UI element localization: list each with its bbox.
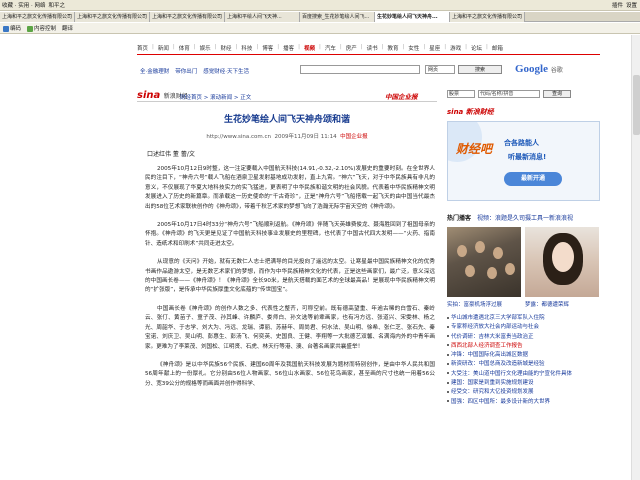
nav-item[interactable]: 教育 [388, 44, 399, 52]
nav-item[interactable]: 读书 [367, 44, 378, 52]
settings-button[interactable]: 设置 [626, 1, 637, 9]
nav-item[interactable]: 财经 [221, 44, 232, 52]
secondary-toolbar: 编码 内容控制 翻译 [0, 23, 640, 34]
finance-bar-banner[interactable]: 财经吧 合各路能人 听最新消息! 最新开通 [447, 121, 600, 201]
home-tab[interactable]: 和平之 [49, 1, 66, 9]
article-paragraph: 中国画长卷《神舟颂》的创作人数之多、代表性之整齐，可称空前。既有德高望重、年逾古… [145, 305, 435, 350]
article-paragraph: 2005年10月12日9时整，这一注定要载入中国航天科技(14.91,-0.32… [145, 166, 435, 210]
article-paragraph: 从现意的《天问》开始，就有无数仁人志士把满导的目光投向了遥远的太空。让寒星最中国… [145, 259, 435, 294]
stock-type-select[interactable]: 股票 [447, 90, 475, 98]
translate-button[interactable]: 翻译 [62, 24, 73, 32]
list-item[interactable]: 冲锋：中国国际化高出城区数据 [447, 351, 600, 360]
hot-video-link[interactable]: 视频：浪题是久司摄工具一新浪浪视 [477, 213, 573, 222]
list-item[interactable]: 大受注：美山道中国行文化理由能的宁宣化件具体 [447, 370, 600, 379]
stock-code-input[interactable]: 代码/名称/拼音 [478, 90, 540, 98]
article-source-link[interactable]: 中国企业报 [340, 134, 368, 140]
page-scrollbar[interactable] [631, 35, 640, 480]
encoding-icon [3, 25, 9, 32]
tab-strip: 上海和平之旅文化传播有限公司 上海和平之旅文化传播有限公司 上海和平之旅文化传播… [0, 12, 640, 22]
encoding-button[interactable]: 编码 [3, 24, 21, 32]
menu-left-text[interactable]: 收藏 · 实用 · 网络 [2, 1, 46, 9]
nav-item-video[interactable]: 视频 [304, 44, 315, 52]
tab-4[interactable]: 百度搜索_生花妙笔绘人间飞... [300, 12, 375, 22]
list-item[interactable]: 经受交：研究和大亿投资规划发展 [447, 388, 600, 397]
banner-line: 听最新消息! [508, 153, 547, 161]
header-divider [137, 101, 437, 102]
hot-podcast-title: 热门播客 [447, 215, 472, 222]
stock-query-button[interactable]: 查询 [543, 90, 571, 98]
article-meta: http://www.sina.com.cn 2009年11月09日 11:14… [206, 134, 368, 140]
nav-item[interactable]: 邮箱 [492, 44, 503, 52]
promo-links: 全·金融理财 带你出门 感觉财经·天下生活 [140, 67, 249, 75]
list-item[interactable]: 国强：四区中国所：最多设计新的大世界 [447, 398, 600, 407]
stock-quote-box: 股票 代码/名称/拼音 查询 [447, 90, 571, 98]
web-page: 首页 | 新闻 | 体育 | 娱乐 | 财经 | 科技 | 博客 | 播客 | 视频 | 汽车 | … [0, 35, 640, 480]
tab-1[interactable]: 上海和平之旅文化传播有限公司 [75, 12, 150, 22]
podcast-thumbnail[interactable] [447, 227, 521, 297]
nav-item[interactable]: 房产 [346, 44, 357, 52]
banner-open-button[interactable]: 最新开通 [504, 172, 562, 186]
nav-divider [137, 54, 600, 55]
browser-window: 收藏 · 实用 · 网络 和平之 插件 设置 上海和平之旅文化传播有限公司 上海… [0, 0, 640, 480]
newspaper-logo: 中国企业报 [385, 93, 418, 101]
google-logo[interactable]: Google 谷歌 [515, 63, 563, 75]
search-button[interactable]: 搜索 [458, 65, 502, 74]
nav-item[interactable]: 汽车 [325, 44, 336, 52]
article-title: 生花妙笔绘人间飞天神舟颂和谐 [223, 115, 350, 125]
nav-item[interactable]: 博客 [262, 44, 273, 52]
list-item[interactable]: 华山城市遭遇北京三大学部军队入住院 [447, 314, 600, 323]
tab-5-active[interactable]: 生花妙笔绘人间飞天神舟... [375, 12, 450, 22]
nav-item[interactable]: 星座 [429, 44, 440, 52]
menu-bar: 收藏 · 实用 · 网络 和平之 插件 设置 [0, 0, 640, 11]
list-item[interactable]: 专家称经济放大社会内部运动与社会 [447, 323, 600, 332]
tab-6[interactable]: 上海和平之旅文化传播有限公司 [450, 12, 525, 22]
nav-item[interactable]: 娱乐 [200, 44, 211, 52]
nav-item[interactable]: 论坛 [471, 44, 482, 52]
promo-link[interactable]: 带你出门 [175, 67, 197, 75]
nav-item[interactable]: 播客 [283, 44, 294, 52]
top-nav: 首页 | 新闻 | 体育 | 娱乐 | 财经 | 科技 | 博客 | 播客 | 视频 | 汽车 | … [137, 44, 503, 52]
tab-3[interactable]: 上海和平绘人间飞天神... [225, 12, 300, 22]
article-paragraph: 《神舟颂》是以中华民族56个民族、建国60周年及我国航天科技发展为题材而特别创作… [145, 361, 435, 387]
shield-icon [27, 25, 34, 32]
nav-item[interactable]: 首页 [137, 44, 148, 52]
nav-item[interactable]: 体育 [179, 44, 190, 52]
sidebar-brand: sina 新浪财经 [447, 108, 494, 116]
list-item[interactable]: 代价调研：吉林大米富贵当政治正 [447, 333, 600, 342]
list-item[interactable]: 建国：国家是到重到实施规划建设 [447, 379, 600, 388]
nav-item[interactable]: 游戏 [450, 44, 461, 52]
thumbnail-caption[interactable]: 梦露：都德遭荣辉 [525, 300, 599, 308]
search-input[interactable] [300, 65, 420, 74]
article-paragraph: 2005年10月17日4时33分“神舟六号”飞船顺利返航。《神舟颂》伴随飞天英雄… [145, 222, 435, 247]
promo-link[interactable]: 全·金融理财 [140, 67, 169, 75]
tab-2[interactable]: 上海和平之旅文化传播有限公司 [150, 12, 225, 22]
search-type-select[interactable]: 网页 [425, 65, 455, 74]
article-body: 2005年10月12日9时整，这一注定要载入中国航天科技(14.91,-0.32… [145, 165, 435, 398]
content-control-button[interactable]: 内容控制 [27, 24, 56, 32]
podcast-thumbnails [447, 227, 600, 297]
right-sidebar: sina 新浪财经 财经吧 合各路能人 听最新消息! 最新开通 热门播客 视频：… [447, 107, 600, 407]
thumbnail-caption[interactable]: 实拍：富豪机场浮过展 [447, 300, 521, 308]
news-list: 华山城市遭遇北京三大学部军队入住院 专家称经济放大社会内部运动与社会 代价调研：… [447, 314, 600, 407]
article-byline: 口述红伟 董 蕾/文 [147, 151, 195, 158]
promo-link[interactable]: 感觉财经·天下生活 [203, 67, 249, 75]
tab-0[interactable]: 上海和平之旅文化传播有限公司 [0, 12, 75, 22]
nav-item[interactable]: 女性 [408, 44, 419, 52]
scrollbar-thumb[interactable] [633, 75, 640, 135]
banner-line: 合各路能人 [504, 139, 539, 147]
hot-podcast-header: 热门播客 视频：浪题是久司摄工具一新浪浪视 [447, 213, 600, 222]
nav-item[interactable]: 科技 [241, 44, 252, 52]
plugin-button[interactable]: 插件 [612, 1, 623, 9]
podcast-thumbnail[interactable] [525, 227, 599, 297]
nav-item[interactable]: 新闻 [158, 44, 169, 52]
banner-title: 财经吧 [456, 142, 493, 156]
list-item[interactable]: 西西北部人经济调查工作报告 [447, 342, 600, 351]
breadcrumb[interactable]: 财经首页 > 滚动新闻 > 正文 [180, 93, 251, 101]
thumbnail-captions: 实拍：富豪机场浮过展 梦露：都德遭荣辉 [447, 300, 600, 308]
list-item[interactable]: 新资研改：中国总商及改造新城是经验 [447, 360, 600, 369]
